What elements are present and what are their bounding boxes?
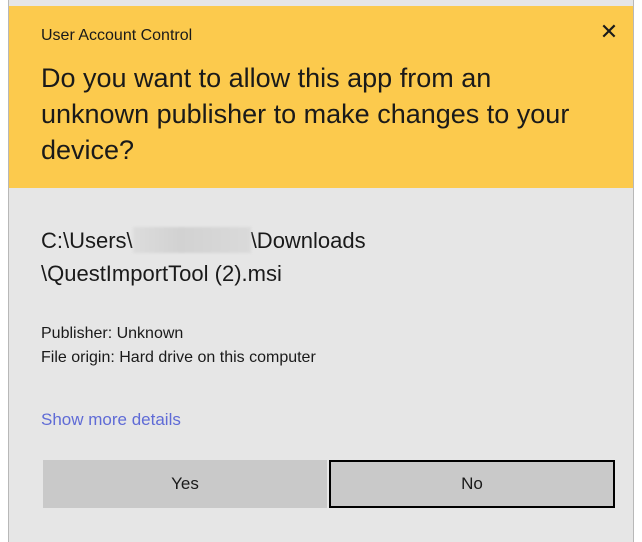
redacted-username: [132, 227, 251, 253]
dialog-title: User Account Control: [41, 27, 193, 44]
file-path: C:\Users\ \Downloads \QuestImportTool (2)…: [41, 224, 601, 290]
file-info: Publisher: Unknown File origin: Hard dri…: [41, 322, 316, 370]
dialog-question: Do you want to allow this app from an un…: [41, 63, 570, 165]
publisher-text: Publisher: Unknown: [41, 325, 184, 342]
show-more-details-link[interactable]: Show more details: [41, 410, 181, 430]
path-suffix: \Downloads: [250, 228, 366, 253]
close-icon[interactable]: ✕: [597, 20, 621, 44]
yes-button[interactable]: Yes: [43, 460, 327, 508]
file-origin-text: File origin: Hard drive on this computer: [41, 349, 316, 366]
dialog-header: User Account Control ✕ Do you want to al…: [9, 6, 633, 188]
no-button[interactable]: No: [329, 460, 615, 508]
path-filename: \QuestImportTool (2).msi: [41, 261, 282, 286]
uac-dialog: User Account Control ✕ Do you want to al…: [8, 0, 634, 542]
path-prefix: C:\Users\: [41, 228, 133, 253]
